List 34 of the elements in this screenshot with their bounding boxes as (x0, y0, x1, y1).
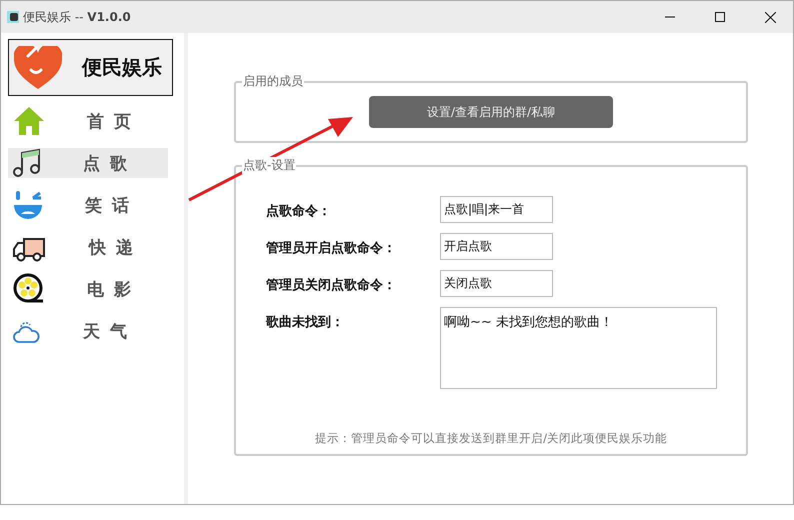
hint-text: 提示：管理员命令可以直接发送到群里开启/关闭此项便民娱乐功能 (314, 431, 668, 446)
sidebar-item-label: 快 递 (89, 236, 135, 258)
field-label: 管理员关闭点歌命令： (266, 276, 397, 294)
sidebar-item-label: 笑 话 (85, 194, 131, 216)
app-icon (7, 11, 19, 23)
command-input[interactable]: 点歌|唱|来一首 (440, 196, 553, 223)
sidebar-item[interactable]: 笑 话 (8, 190, 168, 220)
window-title: 便民娱乐 -- V1.0.0 (23, 8, 132, 26)
house-icon (13, 106, 45, 136)
group-legend: 点歌-设置 (242, 157, 296, 174)
sidebar-item-label: 点 歌 (83, 152, 129, 174)
field-label: 点歌命令： (266, 203, 332, 220)
command-input[interactable]: 开启点歌 (440, 233, 553, 260)
sidebar-item-label: 首 页 (87, 110, 133, 132)
close-icon (764, 12, 776, 22)
sidebar-item[interactable]: 电 影 (8, 274, 168, 304)
set-groups-button[interactable]: 设置/查看启用的群/私聊 (369, 96, 613, 128)
sidebar-item[interactable]: 首 页 (8, 106, 168, 136)
sidebar-item[interactable]: 天 气 (8, 316, 168, 346)
field-label: 歌曲未找到： (266, 314, 345, 331)
maximize-icon (715, 12, 725, 22)
message-textarea[interactable]: 啊呦~~ 未找到您想的歌曲！ (440, 307, 717, 389)
sidebar-item[interactable]: 点 歌 (8, 148, 168, 178)
laughing-face-icon (13, 190, 43, 220)
group-legend: 启用的成员 (242, 73, 304, 90)
field-label: 管理员开启点歌命令： (266, 240, 397, 257)
sidebar-item-label: 天 气 (83, 320, 129, 342)
music-note-icon (13, 148, 41, 178)
sidebar-item-label: 电 影 (87, 278, 133, 300)
sidebar-item[interactable]: 快 递 (8, 232, 168, 262)
heart-logo-icon (14, 46, 62, 90)
command-input[interactable]: 关闭点歌 (440, 270, 553, 297)
logo-text: 便民娱乐 (82, 54, 162, 81)
film-reel-icon (13, 273, 45, 305)
